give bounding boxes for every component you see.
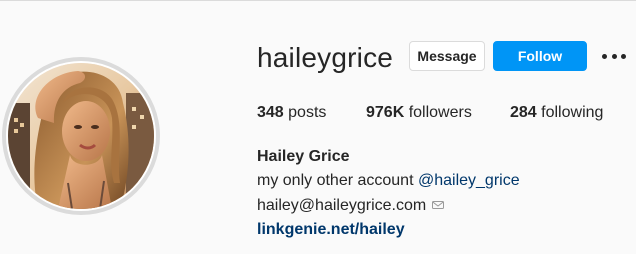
avatar[interactable]: [6, 61, 156, 211]
followers-count: 976K: [366, 104, 405, 121]
message-button[interactable]: Message: [409, 41, 485, 71]
bio-email: hailey@haileygrice.com: [257, 195, 445, 217]
profile-full-name: Hailey Grice: [257, 148, 350, 165]
following-count: 284: [510, 104, 537, 121]
posts-stat: 348 posts: [257, 103, 326, 123]
more-dot: [611, 53, 617, 59]
bio-text: my only other account @hailey_grice: [257, 170, 520, 192]
followers-stat[interactable]: 976K followers: [366, 103, 472, 123]
profile-username: haileygrice: [257, 42, 394, 73]
more-options-icon[interactable]: [602, 53, 626, 59]
more-dot: [621, 53, 626, 59]
posts-label: posts: [288, 104, 327, 121]
bio-website-link[interactable]: linkgenie.net/hailey: [257, 219, 405, 241]
following-label: following: [541, 104, 604, 121]
avatar-ring[interactable]: [2, 57, 160, 215]
following-stat[interactable]: 284 following: [510, 103, 603, 123]
more-dot: [602, 53, 607, 59]
bio-text-body: my only other account: [257, 172, 418, 189]
posts-count: 348: [257, 104, 284, 121]
avatar-photo: [8, 63, 154, 209]
top-divider: [0, 0, 636, 1]
followers-label: followers: [408, 104, 472, 121]
bio-email-text: hailey@haileygrice.com: [257, 197, 427, 214]
bio-mention-link[interactable]: @hailey_grice: [418, 172, 520, 189]
follow-button[interactable]: Follow: [493, 41, 587, 71]
envelope-icon: [432, 201, 445, 209]
